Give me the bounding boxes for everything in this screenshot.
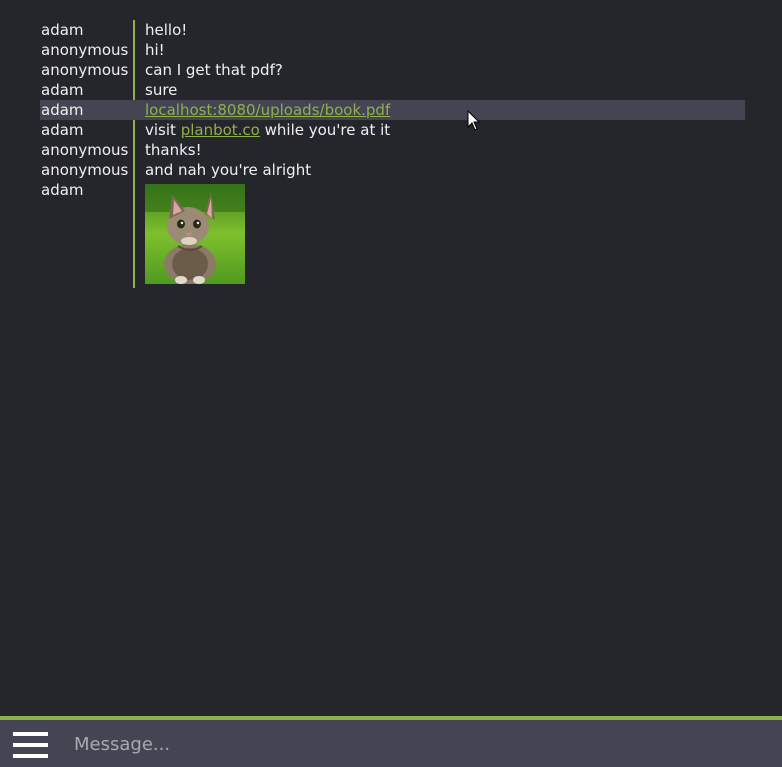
message-row: adam sure xyxy=(40,80,745,100)
message-row: anonymous thanks! xyxy=(40,140,745,160)
message-user[interactable]: anonymous xyxy=(40,40,145,60)
mouse-pointer-icon xyxy=(467,110,481,131)
message-text: sure xyxy=(145,81,178,99)
message-user[interactable]: anonymous xyxy=(40,60,145,80)
message-user[interactable]: anonymous xyxy=(40,160,145,180)
message-image xyxy=(145,180,245,289)
message-text: hi! xyxy=(145,41,165,59)
message-row-hovered: adam localhost:8080/uploads/book.pdf xyxy=(40,100,745,120)
message-user[interactable]: adam xyxy=(40,180,145,200)
message-row: anonymous hi! xyxy=(40,40,745,60)
chat-app: adam hello! anonymous hi! anonymous can … xyxy=(0,0,782,767)
message-composer xyxy=(0,716,782,767)
message-row: anonymous can I get that pdf? xyxy=(40,60,745,80)
message-text: can I get that pdf? xyxy=(145,61,283,79)
message-user[interactable]: adam xyxy=(40,100,145,120)
message-text-before: visit xyxy=(145,121,181,139)
message-row: adam hello! xyxy=(40,20,745,40)
message-text: localhost:8080/uploads/book.pdf xyxy=(145,100,390,120)
message-user[interactable]: adam xyxy=(40,20,145,40)
kitten-photo[interactable] xyxy=(145,184,245,284)
website-link[interactable]: planbot.co xyxy=(181,121,260,139)
message-row: anonymous and nah you're alright xyxy=(40,160,745,180)
message-text: hello! xyxy=(145,21,188,39)
message-row: adam xyxy=(40,180,745,284)
message-input[interactable] xyxy=(72,728,766,760)
message-user[interactable]: adam xyxy=(40,80,145,100)
message-text-after: while you're at it xyxy=(259,121,391,139)
message-log: adam hello! anonymous hi! anonymous can … xyxy=(40,20,745,284)
message-row: adam visit planbot.co while you're at it xyxy=(40,120,745,140)
message-user[interactable]: anonymous xyxy=(40,140,145,160)
message-text: thanks! xyxy=(145,141,202,159)
message-user[interactable]: adam xyxy=(40,120,145,140)
hamburger-menu-icon[interactable] xyxy=(13,732,48,758)
message-text: and nah you're alright xyxy=(145,161,312,179)
file-link[interactable]: localhost:8080/uploads/book.pdf xyxy=(145,101,390,119)
message-text: visit planbot.co while you're at it xyxy=(145,120,390,140)
